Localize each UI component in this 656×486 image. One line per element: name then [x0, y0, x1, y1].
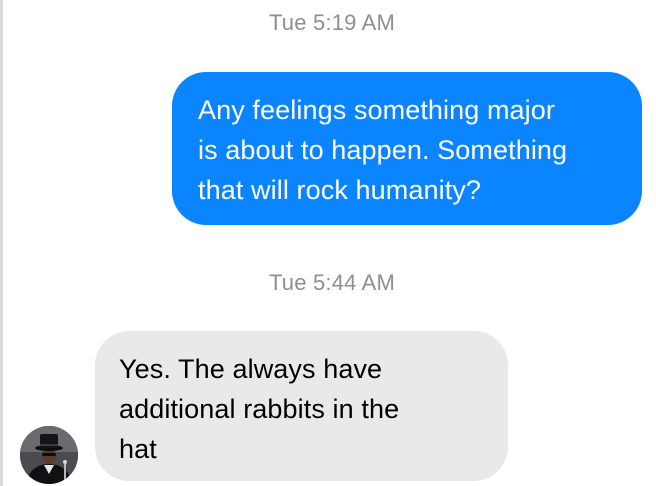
message-text-line: that will rock humanity?: [198, 175, 482, 205]
contact-avatar-icon[interactable]: [20, 426, 78, 484]
window-left-edge: [0, 0, 3, 486]
message-text-line: additional rabbits in the: [119, 394, 400, 424]
message-text-line: hat: [119, 434, 157, 464]
avatar-image: [20, 426, 78, 484]
outgoing-message-bubble[interactable]: Any feelings something major is about to…: [172, 72, 642, 225]
message-timestamp: Tue 5:19 AM: [268, 10, 396, 35]
message-text-line: is about to happen. Something: [198, 135, 568, 165]
message-timestamp: Tue 5:44 AM: [268, 270, 396, 295]
message-text-line: Yes. The always have: [119, 354, 383, 384]
message-text-line: Any feelings something major: [198, 95, 555, 125]
incoming-message-bubble[interactable]: Yes. The always have additional rabbits …: [95, 331, 508, 481]
